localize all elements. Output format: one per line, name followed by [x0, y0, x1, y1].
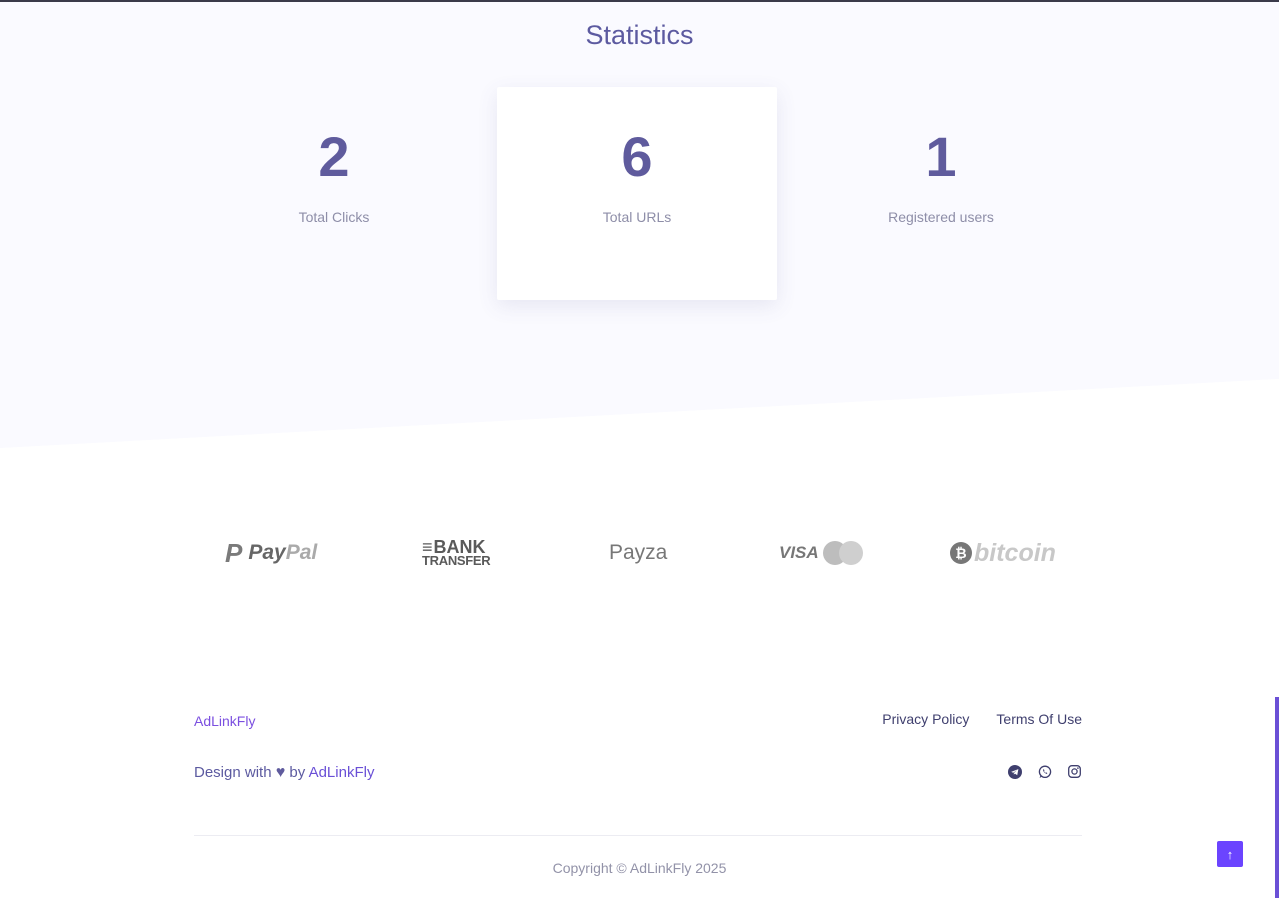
bitcoin-logo: ₿ bitcoin	[950, 535, 1056, 571]
scrollbar-thumb[interactable]	[1275, 697, 1279, 898]
heart-icon: ♥	[275, 764, 286, 781]
top-border	[0, 0, 1279, 2]
stat-registered-users: 1 Registered users	[801, 87, 1081, 300]
stat-value: 1	[925, 125, 957, 188]
bank-transfer-logo: BANK TRANSFER	[422, 538, 491, 576]
footer-divider	[194, 835, 1082, 836]
paypal-logo: P PayPal	[225, 537, 318, 568]
stat-total-clicks: 2 Total Clicks	[194, 87, 474, 300]
footer-brand-link[interactable]: AdLinkFly	[194, 713, 255, 729]
stat-label: Total URLs	[602, 209, 672, 225]
visa-mastercard-logo: VISA	[779, 535, 863, 571]
privacy-policy-link[interactable]: Privacy Policy	[882, 711, 969, 727]
stats-title: Statistics	[585, 20, 694, 50]
stat-value: 2	[318, 125, 350, 188]
instagram-icon[interactable]	[1067, 764, 1082, 779]
paypal-icon: P	[225, 537, 243, 568]
stat-label: Total Clicks	[298, 209, 370, 225]
stat-total-urls: 6 Total URLs	[497, 87, 777, 300]
payza-logo: Payza	[609, 541, 668, 564]
scroll-to-top-button[interactable]: ↑	[1217, 841, 1243, 867]
footer-links: Privacy Policy Terms Of Use	[882, 711, 1082, 727]
mastercard-icon	[822, 541, 863, 565]
terms-of-use-link[interactable]: Terms Of Use	[996, 711, 1082, 727]
arrow-up-icon: ↑	[1226, 846, 1234, 862]
stat-label: Registered users	[888, 209, 994, 225]
design-credit: Design with ♥ by AdLinkFly	[194, 764, 375, 781]
stat-value: 6	[621, 125, 653, 188]
telegram-icon[interactable]	[1007, 764, 1022, 779]
bitcoin-icon: ₿	[950, 542, 972, 564]
design-credit-link[interactable]: AdLinkFly	[309, 764, 375, 781]
copyright-text: Copyright © AdLinkFly 2025	[552, 860, 727, 876]
whatsapp-icon[interactable]	[1037, 764, 1052, 779]
social-links	[1007, 764, 1082, 779]
